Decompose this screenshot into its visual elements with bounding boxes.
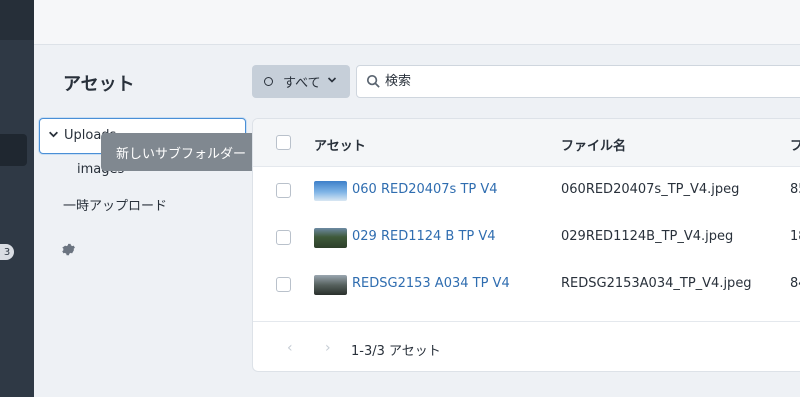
truncated-cell: 18: [790, 229, 800, 244]
asset-name-link[interactable]: 029 RED1124 B TP V4: [352, 229, 496, 244]
rail-count-badge: 3: [0, 244, 14, 260]
new-subfolder-tooltip: 新しいサブフォルダー: [101, 133, 261, 171]
row-checkbox[interactable]: [276, 277, 291, 292]
select-all-checkbox[interactable]: [276, 135, 291, 150]
rail-header: [0, 0, 34, 40]
column-header-asset[interactable]: アセット: [314, 135, 366, 154]
prev-page-button[interactable]: ‹: [287, 340, 293, 356]
truncated-cell: 84: [790, 276, 800, 291]
app-sidebar-rail: 3: [0, 0, 34, 397]
circle-icon: [264, 77, 273, 86]
chevron-down-icon[interactable]: [48, 129, 59, 143]
row-checkbox[interactable]: [276, 183, 291, 198]
asset-name-link[interactable]: REDSG2153 A034 TP V4: [352, 276, 510, 291]
search-input[interactable]: [385, 66, 785, 97]
asset-thumbnail[interactable]: [314, 228, 347, 248]
truncated-cell: 85: [790, 182, 800, 197]
next-page-button[interactable]: ›: [325, 340, 331, 356]
column-header-truncated[interactable]: フ: [790, 135, 800, 154]
file-name: 029RED1124B_TP_V4.jpeg: [561, 229, 734, 244]
asset-thumbnail[interactable]: [314, 181, 347, 201]
assets-table: アセット ファイル名 フ 060 RED20407s TP V4 060RED2…: [252, 118, 800, 372]
asset-thumbnail[interactable]: [314, 275, 347, 295]
file-name: REDSG2153A034_TP_V4.jpeg: [561, 276, 752, 291]
column-header-filename[interactable]: ファイル名: [561, 135, 626, 154]
top-header: [34, 0, 800, 45]
filter-label: すべて: [283, 76, 321, 91]
pagination-summary: 1-3/3 アセット: [351, 344, 441, 359]
table-row[interactable]: 060 RED20407s TP V4 060RED20407s_TP_V4.j…: [253, 167, 800, 214]
table-header: アセット ファイル名 フ: [253, 119, 800, 167]
page-title: アセット: [63, 74, 135, 95]
asset-name-link[interactable]: 060 RED20407s TP V4: [352, 182, 498, 197]
search-box[interactable]: [356, 65, 800, 98]
filter-dropdown[interactable]: すべて: [252, 65, 350, 98]
rail-active-item[interactable]: [0, 134, 27, 166]
temporary-uploads-link[interactable]: 一時アップロード: [63, 195, 167, 214]
search-icon: [366, 74, 382, 90]
table-footer: ‹ › 1-3/3 アセット: [253, 321, 800, 371]
chevron-down-icon: [327, 75, 337, 88]
row-checkbox[interactable]: [276, 230, 291, 245]
file-name: 060RED20407s_TP_V4.jpeg: [561, 182, 740, 197]
table-row[interactable]: 029 RED1124 B TP V4 029RED1124B_TP_V4.jp…: [253, 214, 800, 261]
gear-icon[interactable]: [62, 243, 76, 257]
table-row[interactable]: REDSG2153 A034 TP V4 REDSG2153A034_TP_V4…: [253, 261, 800, 308]
